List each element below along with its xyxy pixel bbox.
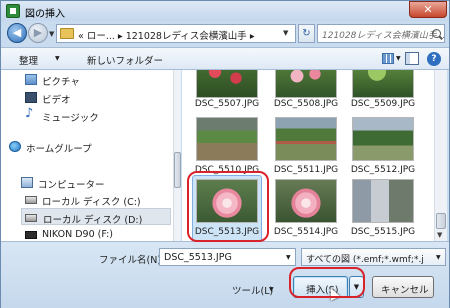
thumbnail [196,70,258,98]
annotation-circle-selected-file [187,171,269,242]
filename-field[interactable]: DSC_5513.JPG ▼ [159,248,296,266]
pictures-icon [25,74,37,85]
nav-item-label: ピクチャ [42,77,80,88]
folder-icon [60,28,74,39]
new-folder-button[interactable]: 新しいフォルダー [87,53,163,67]
thumbnail [275,70,337,98]
file-name: DSC_5508.JPG [273,99,339,109]
file-list-scrollbar[interactable]: ▼ [434,70,447,241]
nav-item-label: ビデオ [42,95,71,106]
refresh-button[interactable]: ↻ [298,24,315,43]
address-dropdown-icon[interactable]: ▼ [283,29,288,37]
file-item[interactable]: DSC_5515.JPG [346,177,418,241]
nav-item-label: ホームグループ [26,144,92,155]
nav-item-disk-c[interactable]: ローカル ディスク (C:) [25,191,175,208]
thumbnail [352,179,414,223]
search-icon [432,29,441,38]
filename-value: DSC_5513.JPG [164,252,232,263]
window-title: 図の挿入 [25,9,65,20]
nav-item-label: ローカル ディスク (D:) [43,215,143,226]
cancel-label: キャンセル [381,285,429,296]
nav-item-label: コンピューター [38,180,105,191]
search-input[interactable]: 121028レディス会横濱山手... [317,24,445,43]
homegroup-icon [9,141,21,152]
music-icon [25,106,37,121]
cancel-button[interactable]: キャンセル [372,276,434,298]
file-item[interactable]: DSC_5514.JPG [269,177,341,241]
chevron-down-icon: ▼ [55,55,60,62]
file-name: DSC_5509.JPG [350,99,416,109]
forward-button[interactable]: ▶ [28,23,48,43]
address-row: ◀ ▶ ▼ « ロー... ▸ 121028レディス会横濱山手 ▸ ▼ ↻ 12… [1,21,449,47]
nav-item-music[interactable]: ミュージック [25,106,175,124]
disk-icon [25,214,37,222]
back-button[interactable]: ◀ [7,23,27,43]
address-path[interactable]: « ロー... ▸ 121028レディス会横濱山手 ▸ [78,28,255,42]
chevron-down-icon[interactable]: ▼ [286,254,291,261]
thumbnail [196,117,258,161]
dialog-footer: ファイル名(N): DSC_5513.JPG ▼ すべての図 (*.emf;*.… [1,241,449,308]
disk-icon [25,196,37,204]
view-button[interactable]: ▼ [379,51,401,67]
nav-item-homegroup[interactable]: ホームグループ [9,138,159,155]
thumbnail [275,179,337,223]
filename-label: ファイル名(N): [99,255,165,266]
file-name: DSC_5511.JPG [273,165,339,175]
nav-item-pictures[interactable]: ピクチャ [25,71,175,88]
chevron-down-icon: ▼ [436,254,441,261]
nav-item-label: ミュージック [42,113,99,124]
annotation-circle-insert-button [289,267,365,298]
nav-item-label: ローカル ディスク (C:) [42,197,141,208]
toolbar: 整理 ▼ 新しいフォルダー ▼ ? [1,47,449,70]
camera-icon [25,231,37,239]
file-type-select[interactable]: すべての図 (*.emf;*.wmf;*.j ▼ [301,248,446,266]
scroll-thumb[interactable] [174,152,181,188]
thumbnail [275,117,337,161]
app-icon [6,4,20,18]
tools-button[interactable]: ツール(L) [232,283,273,297]
chevron-down-icon: ▼ [396,55,401,62]
address-bar[interactable]: « ロー... ▸ 121028レディス会横濱山手 ▸ ▼ [56,24,296,43]
video-icon [25,92,37,103]
recent-pages-icon[interactable]: ▼ [49,30,54,38]
insert-picture-dialog: 図の挿入 ✕ ◀ ▶ ▼ « ロー... ▸ 121028レディス会横濱山手 ▸… [0,0,450,308]
nav-item-disk-d[interactable]: ローカル ディスク (D:) [21,208,171,226]
thumbnail [352,70,414,98]
computer-icon [21,177,33,188]
nav-item-computer[interactable]: コンピューター [21,174,171,191]
navigation-pane: ピクチャ ビデオ ミュージック ホームグループ コンピューター ローカル ディス… [1,70,181,241]
preview-pane-button[interactable] [405,52,419,65]
file-name: DSC_5507.JPG [194,99,260,109]
title-bar: 図の挿入 ✕ [1,1,449,21]
close-button[interactable]: ✕ [409,1,447,18]
chevron-down-icon: ▼ [269,286,274,293]
view-icon [382,53,394,64]
nav-scrollbar[interactable] [173,70,181,241]
nav-item-video[interactable]: ビデオ [25,89,175,106]
file-name: DSC_5515.JPG [350,227,416,237]
file-type-value: すべての図 (*.emf;*.wmf;*.j [306,255,424,265]
organize-button[interactable]: 整理 [19,53,38,67]
file-name: DSC_5512.JPG [350,165,416,175]
thumbnail [352,117,414,161]
file-name: DSC_5514.JPG [273,227,339,237]
help-icon[interactable]: ? [427,52,441,66]
nav-item-label: NIKON D90 (F:) [42,229,113,240]
scroll-down-icon[interactable]: ▼ [437,231,442,239]
scroll-thumb[interactable] [436,213,446,229]
search-placeholder: 121028レディス会横濱山手... [322,31,446,41]
